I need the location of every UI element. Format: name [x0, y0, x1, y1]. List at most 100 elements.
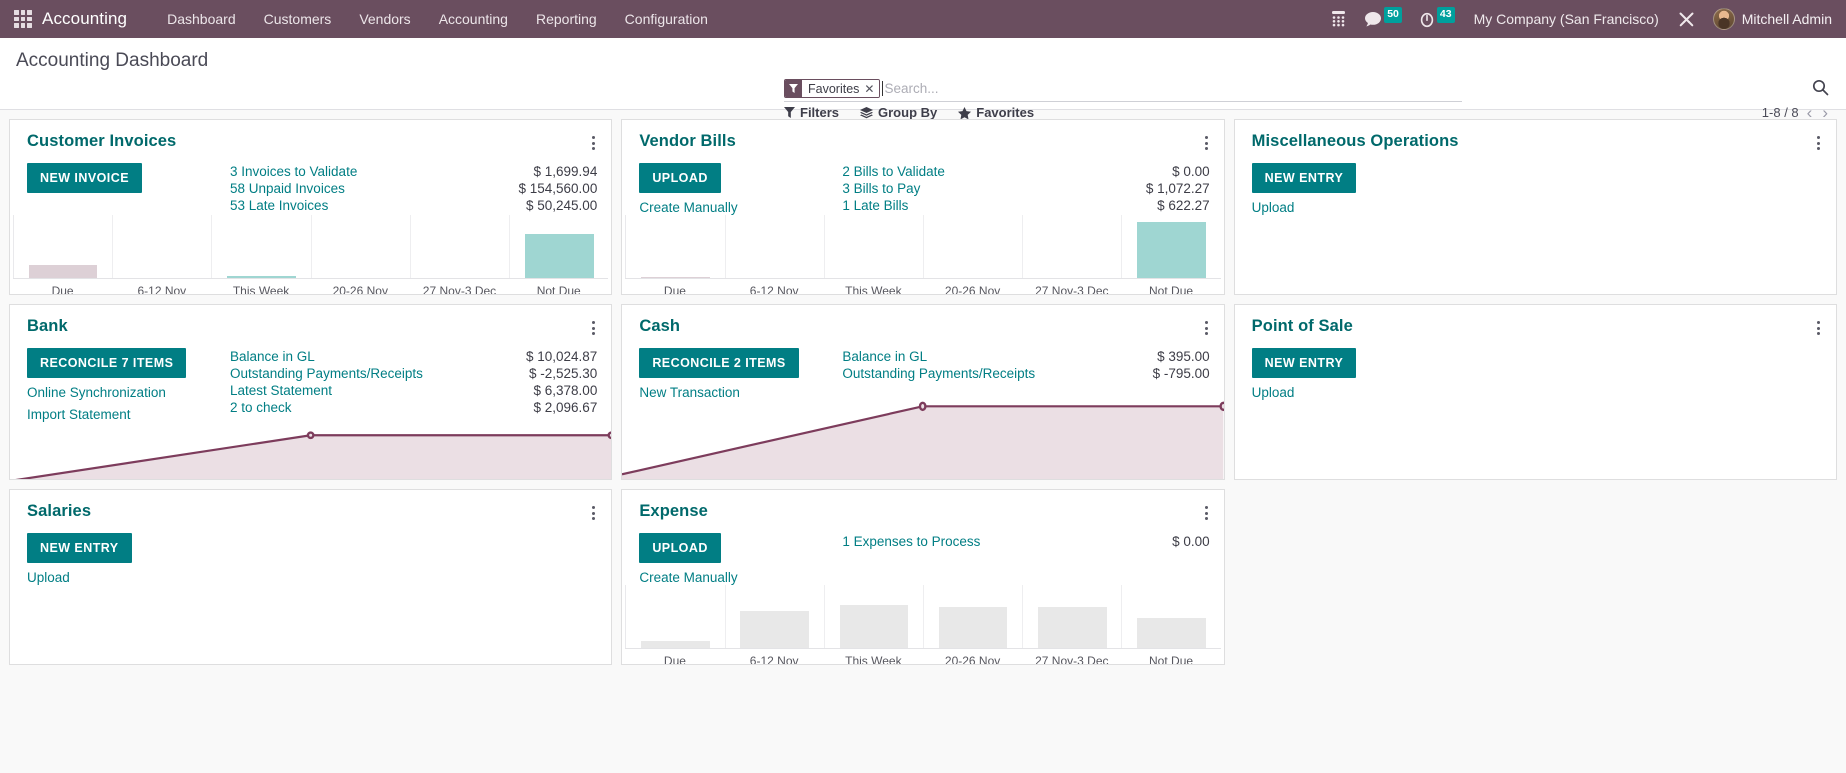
bar-column[interactable] [1121, 215, 1220, 279]
action-link-create-manually[interactable]: Create Manually [639, 570, 834, 585]
stat-label[interactable]: 1 Expenses to Process [842, 534, 980, 551]
search-facet-favorites[interactable]: Favorites ✕ [784, 79, 881, 98]
primary-action-button[interactable]: NEW INVOICE [27, 163, 142, 193]
card-title[interactable]: Miscellaneous Operations [1252, 132, 1459, 150]
bar-column[interactable] [112, 215, 211, 279]
stat-row: 2 to check $ 2,096.67 [230, 400, 597, 417]
bar-column[interactable] [724, 585, 824, 648]
stat-label[interactable]: 58 Unpaid Invoices [230, 181, 345, 198]
bar-column[interactable] [13, 215, 112, 279]
stat-label[interactable]: 1 Late Bills [842, 198, 908, 215]
primary-action-button[interactable]: UPLOAD [639, 533, 721, 563]
primary-action-button[interactable]: RECONCILE 2 ITEMS [639, 348, 799, 378]
stat-label[interactable]: Latest Statement [230, 383, 332, 400]
stat-label[interactable]: 2 Bills to Validate [842, 164, 945, 181]
bar-column[interactable] [724, 215, 824, 279]
menu-item-vendors[interactable]: Vendors [345, 2, 424, 36]
close-icon[interactable]: ✕ [864, 83, 874, 95]
bar-column[interactable] [823, 585, 923, 648]
card-title[interactable]: Point of Sale [1252, 317, 1353, 335]
bar-chart[interactable]: Due 6-12 Nov This Week 20-26 Nov 27 Nov-3 De… [622, 215, 1223, 295]
bar-chart[interactable]: Due 6-12 Nov This Week 20-26 Nov 27 Nov-3 De… [622, 585, 1223, 665]
menu-item-reporting[interactable]: Reporting [522, 2, 611, 36]
area-chart[interactable] [10, 422, 612, 479]
data-point[interactable] [308, 433, 313, 438]
bar-column[interactable] [211, 215, 310, 279]
bar-column[interactable] [625, 585, 724, 648]
card-title[interactable]: Bank [27, 317, 68, 335]
bar-column[interactable] [922, 585, 1022, 648]
card-title[interactable]: Cash [639, 317, 680, 335]
dialpad-icon[interactable] [1322, 0, 1355, 38]
stat-label[interactable]: 2 to check [230, 400, 292, 417]
messages-menu[interactable]: 50 [1355, 0, 1411, 38]
kebab-menu-icon[interactable] [1203, 502, 1210, 524]
bar-column[interactable] [823, 215, 923, 279]
bar-column[interactable] [310, 215, 410, 279]
kebab-menu-icon[interactable] [590, 132, 597, 154]
bar-column[interactable] [509, 215, 608, 279]
stat-label[interactable]: 53 Late Invoices [230, 198, 328, 215]
primary-action-button[interactable]: NEW ENTRY [1251, 348, 1357, 378]
action-link-import-statement[interactable]: Import Statement [27, 407, 222, 422]
user-menu[interactable]: Mitchell Admin [1704, 8, 1836, 30]
card-title[interactable]: Expense [639, 502, 708, 520]
activities-menu[interactable]: 43 [1411, 0, 1464, 38]
action-link-new-transaction[interactable]: New Transaction [639, 385, 834, 400]
bar-column[interactable] [922, 215, 1022, 279]
bar-column[interactable] [625, 215, 724, 279]
action-link-create-manually[interactable]: Create Manually [639, 200, 834, 215]
page-title: Accounting Dashboard [16, 50, 209, 71]
kebab-menu-icon[interactable] [1203, 317, 1210, 339]
bar-column[interactable] [1121, 585, 1220, 648]
card-title[interactable]: Salaries [27, 502, 91, 520]
apps-grid-icon[interactable] [14, 10, 32, 28]
bar-column[interactable] [409, 215, 509, 279]
kebab-menu-icon[interactable] [1203, 132, 1210, 154]
stat-label[interactable]: Balance in GL [842, 349, 927, 366]
menu-item-customers[interactable]: Customers [250, 2, 346, 36]
stat-label[interactable]: Balance in GL [230, 349, 315, 366]
kebab-menu-icon[interactable] [1815, 132, 1822, 154]
action-link-upload[interactable]: Upload [1252, 385, 1447, 400]
app-brand-accounting[interactable]: Accounting [42, 9, 127, 29]
menu-item-configuration[interactable]: Configuration [611, 2, 722, 36]
bar-chart[interactable]: Due 6-12 Nov This Week 20-26 Nov 27 Nov-3 De… [10, 215, 611, 294]
card-title[interactable]: Vendor Bills [639, 132, 736, 150]
company-switcher[interactable]: My Company (San Francisco) [1464, 11, 1669, 27]
axis-tick-label: 6-12 Nov [749, 284, 799, 295]
data-point[interactable] [920, 403, 925, 410]
primary-action-button[interactable]: NEW ENTRY [27, 533, 132, 563]
filters-button[interactable]: Filters [784, 105, 839, 120]
bar-column[interactable] [1022, 215, 1121, 279]
group-by-button[interactable]: Group By [860, 105, 937, 120]
journal-card-vendor-bills: Vendor Bills UPLOAD Create Manually 2 Bills… [621, 119, 1225, 295]
group-by-button-label: Group By [878, 105, 938, 120]
data-point[interactable] [1221, 403, 1224, 410]
stat-label[interactable]: 3 Bills to Pay [842, 181, 920, 198]
stat-label[interactable]: 3 Invoices to Validate [230, 164, 357, 181]
menu-item-accounting[interactable]: Accounting [425, 2, 522, 36]
kebab-menu-icon[interactable] [590, 317, 597, 339]
menu-item-dashboard[interactable]: Dashboard [153, 2, 250, 36]
search-icon[interactable] [1812, 79, 1829, 96]
kebab-menu-icon[interactable] [1815, 317, 1822, 339]
search-input[interactable] [884, 81, 1462, 96]
tools-wrench-icon[interactable] [1669, 0, 1704, 38]
bar-column[interactable] [1022, 585, 1121, 648]
action-link-upload[interactable]: Upload [27, 570, 222, 585]
primary-action-button[interactable]: UPLOAD [639, 163, 721, 193]
data-point[interactable] [609, 433, 612, 438]
card-title[interactable]: Customer Invoices [27, 132, 176, 150]
kebab-menu-icon[interactable] [590, 502, 597, 524]
primary-action-button[interactable]: NEW ENTRY [1251, 163, 1357, 193]
axis-tick-label: This Week [845, 654, 902, 665]
action-link-online-synchronization[interactable]: Online Synchronization [27, 385, 222, 400]
stat-label[interactable]: Outstanding Payments/Receipts [842, 366, 1035, 383]
stat-label[interactable]: Outstanding Payments/Receipts [230, 366, 423, 383]
bar [1037, 606, 1107, 648]
favorites-button[interactable]: Favorites [958, 105, 1034, 120]
area-chart[interactable] [622, 400, 1224, 479]
primary-action-button[interactable]: RECONCILE 7 ITEMS [27, 348, 187, 378]
action-link-upload[interactable]: Upload [1252, 200, 1447, 215]
